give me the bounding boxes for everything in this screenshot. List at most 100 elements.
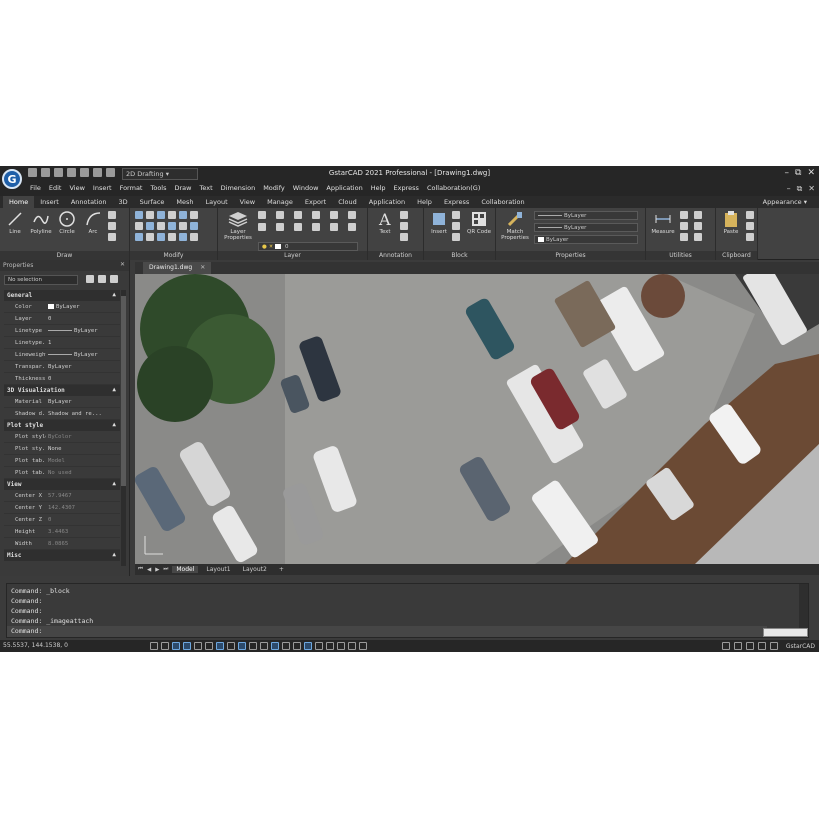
block-panel-title[interactable]: Block bbox=[424, 251, 495, 260]
circle-tool[interactable]: Circle bbox=[54, 210, 80, 235]
layer-tool-11-icon[interactable] bbox=[330, 223, 338, 231]
layer-tool-1-icon[interactable] bbox=[258, 211, 266, 219]
tab-surface[interactable]: Surface bbox=[134, 196, 171, 208]
hatch-icon[interactable] bbox=[108, 233, 116, 241]
tab-mesh[interactable]: Mesh bbox=[170, 196, 199, 208]
property-row[interactable]: Linetype...1 bbox=[4, 337, 120, 349]
tab-help[interactable]: Help bbox=[411, 196, 438, 208]
property-row[interactable]: Linetype ByLayer bbox=[4, 325, 120, 337]
polar-icon[interactable] bbox=[183, 642, 191, 650]
property-row[interactable]: Color ByLayer bbox=[4, 301, 120, 313]
calculator-icon[interactable] bbox=[680, 222, 688, 230]
menu-tools[interactable]: Tools bbox=[150, 184, 166, 192]
lock-icon[interactable] bbox=[733, 642, 742, 650]
tab-home[interactable]: Home bbox=[3, 196, 35, 208]
workspace-switch-icon[interactable] bbox=[326, 642, 334, 650]
cut-icon[interactable] bbox=[746, 211, 754, 219]
section-3d-visualization[interactable]: 3D Visualization ▲ bbox=[4, 385, 120, 396]
close-button[interactable]: ✕ bbox=[807, 168, 815, 178]
copy-clip-icon[interactable] bbox=[746, 222, 754, 230]
quick-properties-icon[interactable] bbox=[260, 642, 268, 650]
next-layout-icon[interactable]: ▶ bbox=[155, 567, 159, 573]
clipboard-panel-title[interactable]: Clipboard bbox=[716, 251, 757, 260]
property-row[interactable]: Plot tab...Model bbox=[4, 455, 120, 467]
layer-tool-6-icon[interactable] bbox=[348, 211, 356, 219]
scale-icon[interactable] bbox=[157, 222, 165, 230]
menu-edit[interactable]: Edit bbox=[49, 184, 62, 192]
doc-close-icon[interactable]: ✕ bbox=[808, 184, 815, 194]
property-row[interactable]: Height 3.4463 bbox=[4, 526, 120, 538]
tab-3d[interactable]: 3D bbox=[113, 196, 134, 208]
insert-block-tool[interactable]: Insert bbox=[426, 210, 452, 235]
scrollbar-thumb[interactable] bbox=[121, 296, 126, 486]
fillet-icon[interactable] bbox=[135, 233, 143, 241]
command-input[interactable]: Command: bbox=[7, 626, 808, 636]
menu-help[interactable]: Help bbox=[371, 184, 386, 192]
close-palette-icon[interactable]: ✕ bbox=[120, 261, 125, 268]
tab-express[interactable]: Express bbox=[438, 196, 475, 208]
menu-format[interactable]: Format bbox=[120, 184, 143, 192]
draw-panel-title[interactable]: Draw bbox=[0, 251, 129, 260]
layer-tool-10-icon[interactable] bbox=[312, 223, 320, 231]
dyn-icon[interactable] bbox=[227, 642, 235, 650]
ortho-icon[interactable] bbox=[172, 642, 180, 650]
minimize-button[interactable]: – bbox=[785, 168, 790, 178]
color-dropdown[interactable]: ByLayer bbox=[534, 211, 638, 220]
property-row[interactable]: Plot style ByColor bbox=[4, 431, 120, 443]
property-row[interactable]: Material ByLayer bbox=[4, 396, 120, 408]
section-misc[interactable]: Misc ▲ bbox=[4, 550, 120, 561]
select-objects-icon[interactable] bbox=[98, 275, 106, 283]
chamfer-icon[interactable] bbox=[146, 233, 154, 241]
section-plot-style[interactable]: Plot style ▲ bbox=[4, 420, 120, 431]
section-view[interactable]: View ▲ bbox=[4, 479, 120, 490]
layer-tool-3-icon[interactable] bbox=[294, 211, 302, 219]
osnap-icon[interactable] bbox=[194, 642, 202, 650]
menu-express[interactable]: Express bbox=[394, 184, 419, 192]
move-icon[interactable] bbox=[135, 211, 143, 219]
units-icon[interactable] bbox=[348, 642, 356, 650]
selection-dropdown[interactable]: No selection bbox=[4, 275, 78, 285]
prev-layout-icon[interactable]: ◀ bbox=[147, 567, 151, 573]
tab-cloud[interactable]: Cloud bbox=[332, 196, 363, 208]
layer-tool-5-icon[interactable] bbox=[330, 211, 338, 219]
grid-icon[interactable] bbox=[161, 642, 169, 650]
erase-icon[interactable] bbox=[179, 211, 187, 219]
appearance-dropdown[interactable]: Appearance ▾ bbox=[763, 198, 807, 206]
customization-icon[interactable] bbox=[359, 642, 367, 650]
arc-tool[interactable]: Arc bbox=[80, 210, 106, 235]
add-layout-button[interactable]: + bbox=[275, 566, 288, 573]
property-row[interactable]: Shadow d...Shadow and re... bbox=[4, 408, 120, 420]
menu-draw[interactable]: Draw bbox=[175, 184, 192, 192]
app-status-icon[interactable] bbox=[769, 642, 778, 650]
explode-icon[interactable] bbox=[190, 211, 198, 219]
quick-select-icon[interactable] bbox=[680, 211, 688, 219]
break-icon[interactable] bbox=[157, 233, 165, 241]
layer-tool-7-icon[interactable] bbox=[258, 223, 266, 231]
menu-collaboration[interactable]: Collaboration(G) bbox=[427, 184, 480, 192]
menu-window[interactable]: Window bbox=[293, 184, 319, 192]
align-icon[interactable] bbox=[179, 233, 187, 241]
distance-icon[interactable] bbox=[694, 233, 702, 241]
selection-cycling-icon[interactable] bbox=[271, 642, 279, 650]
linetype-dropdown[interactable]: ByLayer bbox=[534, 223, 638, 232]
layer-panel-title[interactable]: Layer bbox=[218, 251, 367, 260]
leader-icon[interactable] bbox=[400, 222, 408, 230]
property-row[interactable]: Plot sty...None bbox=[4, 443, 120, 455]
property-row[interactable]: Width 8.0865 bbox=[4, 538, 120, 550]
property-row[interactable]: Center Z 0 bbox=[4, 514, 120, 526]
command-horizontal-scrollbar[interactable] bbox=[763, 628, 808, 637]
tab-layout1[interactable]: Layout1 bbox=[202, 566, 234, 573]
fullscreen-icon[interactable] bbox=[757, 642, 766, 650]
otrack-icon[interactable] bbox=[205, 642, 213, 650]
tab-export[interactable]: Export bbox=[299, 196, 332, 208]
toggle-pickadd-icon[interactable] bbox=[86, 275, 94, 283]
properties-ribbon-title[interactable]: Properties bbox=[496, 251, 645, 260]
layer-tool-2-icon[interactable] bbox=[276, 211, 284, 219]
line-tool[interactable]: Line bbox=[2, 210, 28, 235]
tab-layout2[interactable]: Layout2 bbox=[239, 566, 271, 573]
rotate-icon[interactable] bbox=[135, 222, 143, 230]
lengthen-icon[interactable] bbox=[190, 233, 198, 241]
drawing-canvas[interactable] bbox=[135, 274, 819, 564]
section-general[interactable]: General ▲ bbox=[4, 290, 120, 301]
properties-scrollbar[interactable] bbox=[121, 290, 126, 566]
